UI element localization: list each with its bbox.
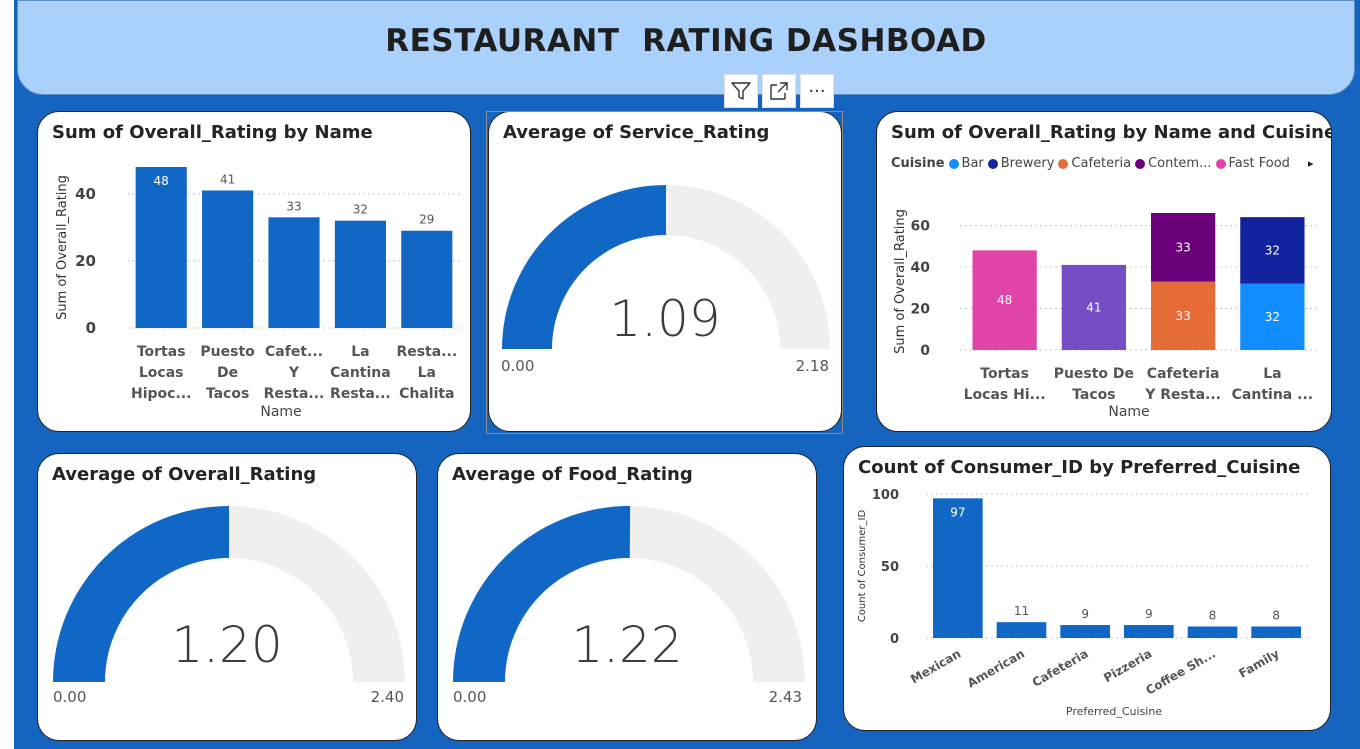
food-rating-gauge: [453, 506, 805, 682]
dashboard-title-bar: RESTAURANT RATING DASHBOAD: [17, 0, 1355, 95]
x-tick-label: Cantina ...: [1232, 387, 1313, 403]
x-tick-label: Pizzeria: [1101, 646, 1154, 685]
y-tick-label: 40: [911, 260, 931, 276]
filter-icon[interactable]: [724, 74, 758, 108]
y-tick-label: 40: [75, 185, 96, 203]
data-label: 32: [353, 203, 368, 217]
food-rating-gauge-card[interactable]: Average of Food_Rating 1.22 0.00 2.43: [437, 453, 817, 741]
bar: [401, 230, 453, 328]
x-axis-title: Name: [260, 404, 301, 420]
x-tick-label: La: [351, 344, 369, 360]
data-label: 48: [154, 174, 169, 188]
y-tick-label: 60: [911, 218, 931, 234]
data-label: 33: [286, 199, 301, 213]
gauge-min-label: 0.00: [53, 688, 87, 706]
y-axis-title: Sum of Overall_Rating: [893, 209, 908, 354]
gauge-max-label: 2.43: [768, 688, 802, 706]
x-tick-label: Y Resta...: [1144, 387, 1221, 403]
overall-rating-gauge-card[interactable]: Average of Overall_Rating 1.20 0.00 2.40: [37, 453, 417, 741]
data-label: 32: [1265, 243, 1280, 257]
y-tick-label: 0: [890, 632, 899, 647]
x-tick-label: Tacos: [206, 386, 249, 402]
x-tick-label: Locas Hi...: [964, 387, 1046, 403]
data-label: 29: [419, 213, 434, 227]
y-tick-label: 100: [872, 488, 899, 503]
data-label: 33: [1175, 309, 1190, 323]
x-tick-label: Cafeteria: [1147, 366, 1220, 382]
x-tick-label: La: [1263, 366, 1281, 382]
y-axis-title: Count of Consumer_ID: [857, 510, 868, 623]
x-tick-label: Y: [288, 365, 300, 381]
focus-mode-icon[interactable]: [762, 74, 796, 108]
more-options-icon[interactable]: ···: [800, 74, 834, 108]
y-tick-label: 20: [75, 252, 96, 270]
data-label: 41: [1086, 300, 1101, 314]
x-tick-label: Tortas: [137, 344, 186, 360]
x-tick-label: Tortas: [980, 366, 1029, 382]
gauge-min-label: 0.00: [453, 688, 487, 706]
gauge-value: 1.20: [171, 616, 283, 674]
rating-by-name-and-cuisine-card[interactable]: Sum of Overall_Rating by Name and Cuisin…: [876, 111, 1332, 432]
y-tick-label: 50: [881, 560, 899, 575]
x-tick-label: Puesto: [200, 344, 255, 360]
bar: [1060, 625, 1110, 638]
overall-rating-by-name-card[interactable]: Sum of Overall_Rating by Name 0 20 40 48 Tor…: [37, 111, 471, 432]
data-label: 9: [1081, 607, 1089, 621]
visual-header-toolbar: ···: [724, 74, 834, 108]
x-axis-title: Name: [1108, 404, 1149, 420]
x-tick-label: Coffee Sh...: [1143, 646, 1218, 697]
x-tick-label: Resta...: [330, 386, 391, 402]
gauge-max-label: 2.40: [370, 688, 404, 706]
x-tick-label: Puesto De: [1054, 366, 1134, 382]
data-label: 33: [1175, 240, 1190, 254]
y-tick-label: 20: [911, 301, 931, 317]
x-tick-label: De: [217, 365, 238, 381]
x-tick-label: Cafet...: [265, 344, 323, 360]
data-label: 41: [220, 172, 235, 186]
x-tick-label: Mexican: [908, 646, 963, 686]
x-tick-label: Locas: [139, 365, 184, 381]
bar: [1124, 625, 1174, 638]
x-tick-label: American: [965, 646, 1027, 690]
data-label: 32: [1265, 310, 1280, 324]
overall-rating-gauge: [53, 506, 405, 682]
y-axis-title: Sum of Overall_Rating: [55, 175, 70, 320]
dashboard-title: RESTAURANT RATING DASHBOAD: [385, 22, 987, 59]
bar: [135, 167, 187, 328]
consumer-count-by-cuisine-card[interactable]: Count of Consumer_ID by Preferred_Cuisin…: [843, 446, 1331, 731]
data-label: 48: [997, 293, 1012, 307]
x-tick-label: Resta...: [264, 386, 325, 402]
bar: [334, 220, 386, 328]
overall-rating-by-name-chart: 0 20 40 48 Tortas Locas Hipoc... 41 Puesto De Taco…: [55, 167, 460, 420]
gauge-value: 1.22: [571, 616, 683, 674]
data-label: 9: [1145, 607, 1153, 621]
bar: [202, 190, 254, 328]
rating-by-name-and-cuisine-chart: 0 20 40 60 48 Tortas Locas Hi... 41 Puesto De Tac…: [893, 209, 1317, 420]
data-label: 97: [950, 505, 965, 519]
x-tick-label: Chalita: [399, 386, 454, 402]
selection-frame: [486, 111, 843, 434]
x-axis-title: Preferred_Cuisine: [1066, 705, 1162, 718]
data-label: 8: [1209, 608, 1217, 622]
data-label: 8: [1272, 608, 1280, 622]
x-tick-label: La: [418, 365, 436, 381]
y-tick-label: 0: [86, 319, 96, 337]
x-tick-label: Resta...: [396, 344, 457, 360]
bar: [268, 217, 320, 328]
bar: [1251, 626, 1301, 638]
bar: [1187, 626, 1238, 638]
bar: [996, 622, 1047, 638]
x-tick-label: Cantina: [330, 365, 391, 381]
x-tick-label: Family: [1236, 646, 1281, 680]
y-tick-label: 0: [920, 343, 930, 359]
data-label: 11: [1014, 604, 1029, 618]
x-tick-label: Hipoc...: [131, 386, 191, 402]
consumer-count-by-cuisine-chart: 0 50 100 97 Mexican 11 American 9 Cafeteria 9 Pizz…: [857, 488, 1308, 718]
x-tick-label: Tacos: [1072, 387, 1115, 403]
x-tick-label: Cafeteria: [1030, 646, 1091, 689]
